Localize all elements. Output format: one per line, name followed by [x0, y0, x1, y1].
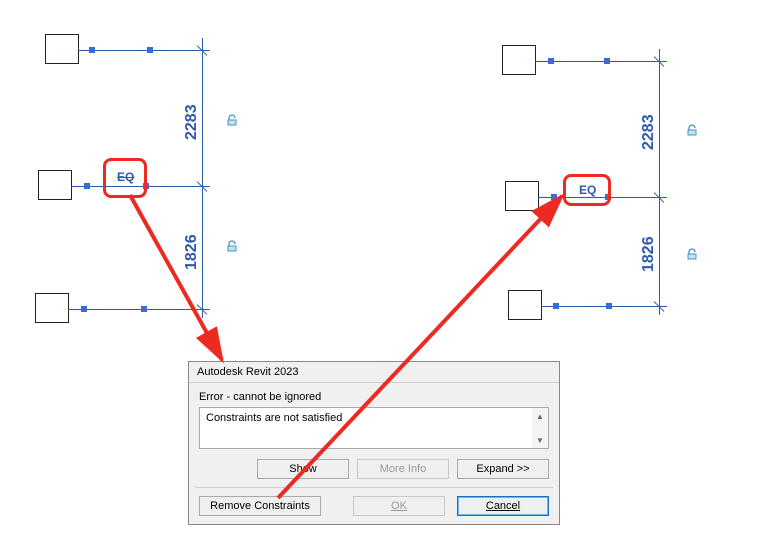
show-button[interactable]: Show [257, 459, 349, 479]
cancel-button[interactable]: Cancel [457, 496, 549, 516]
dimension-value: 1826 [183, 234, 201, 270]
witness-line [541, 306, 667, 307]
witness-line [68, 309, 210, 310]
ok-button: OK [353, 496, 445, 516]
element-box [505, 181, 539, 211]
grip[interactable] [604, 58, 610, 64]
grip[interactable] [81, 306, 87, 312]
dialog-title: Autodesk Revit 2023 [189, 362, 559, 383]
expand-button[interactable]: Expand >> [457, 459, 549, 479]
grip[interactable] [551, 194, 557, 200]
element-box [38, 170, 72, 200]
padlock-icon[interactable] [686, 124, 698, 136]
dialog-message: Constraints are not satisfied [199, 407, 549, 449]
grip[interactable] [553, 303, 559, 309]
grip[interactable] [606, 303, 612, 309]
annotation-highlight [103, 158, 147, 198]
remove-constraints-button[interactable]: Remove Constraints [199, 496, 321, 516]
grip[interactable] [141, 306, 147, 312]
padlock-icon[interactable] [686, 248, 698, 260]
element-box [35, 293, 69, 323]
drawing-canvas: 2283 1826 EQ 2283 1826 EQ Autodesk Revit… [0, 0, 757, 549]
padlock-icon[interactable] [226, 114, 238, 126]
scroll-down-icon[interactable]: ▼ [532, 432, 548, 448]
scrollbar[interactable]: ▲ ▼ [532, 408, 548, 448]
error-dialog: Autodesk Revit 2023 Error - cannot be ig… [188, 361, 560, 525]
element-box [502, 45, 536, 75]
padlock-icon[interactable] [226, 240, 238, 252]
element-box [45, 34, 79, 64]
dimension-line [659, 49, 660, 315]
witness-line [78, 50, 210, 51]
dialog-subtitle: Error - cannot be ignored [195, 389, 553, 407]
witness-line [535, 61, 667, 62]
grip[interactable] [147, 47, 153, 53]
element-box [508, 290, 542, 320]
grip[interactable] [84, 183, 90, 189]
scroll-up-icon[interactable]: ▲ [532, 408, 548, 424]
grip[interactable] [89, 47, 95, 53]
annotation-highlight [563, 174, 611, 206]
dimension-value: 2283 [640, 114, 658, 150]
dimension-value: 1826 [640, 236, 658, 272]
more-info-button: More Info [357, 459, 449, 479]
dimension-line [202, 38, 203, 318]
dimension-value: 2283 [183, 104, 201, 140]
grip[interactable] [548, 58, 554, 64]
